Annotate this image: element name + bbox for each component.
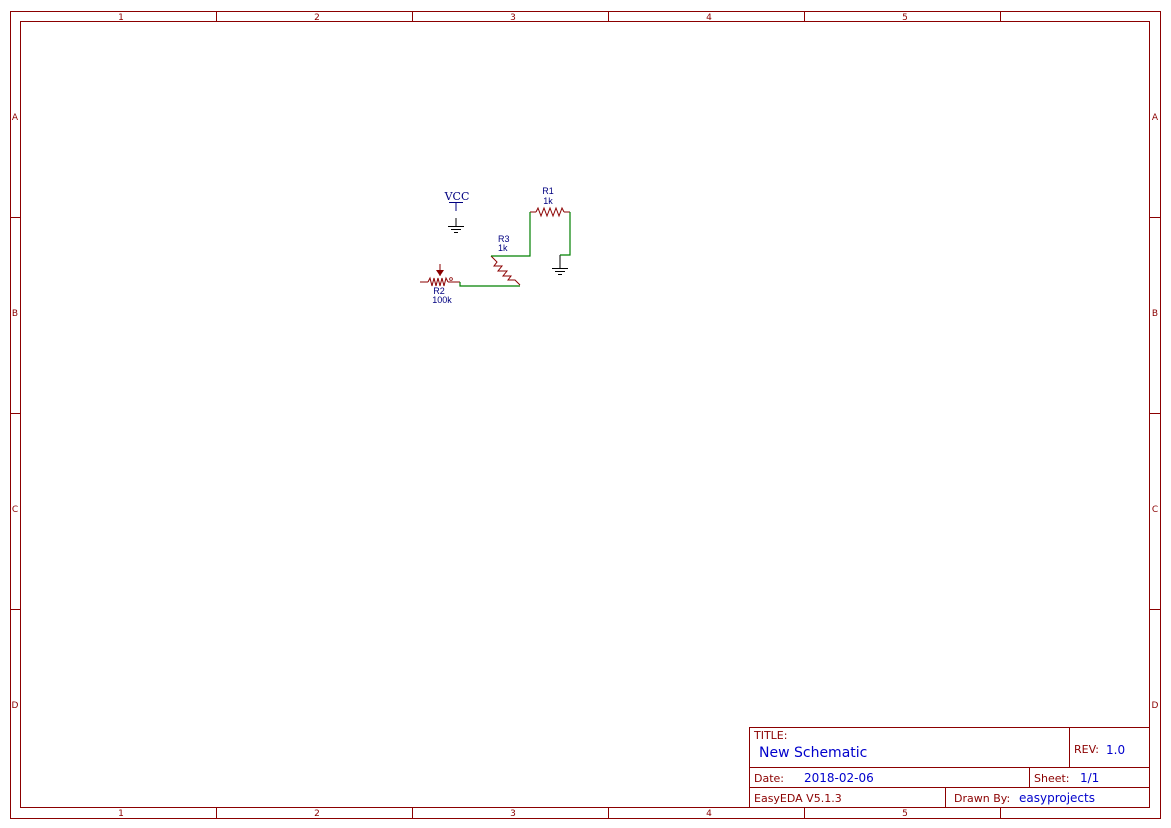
wire-r1-gnd: [560, 212, 571, 256]
potentiometer-r2[interactable]: [420, 264, 460, 287]
col-label-top-1: 1: [118, 13, 124, 23]
row-label-left-c: C: [12, 505, 18, 515]
col-label-bottom-5: 5: [902, 809, 908, 819]
r1-designator: R1: [542, 186, 554, 196]
vcc-label: VCC: [444, 190, 470, 203]
inner-frame: [20, 21, 1150, 808]
wires: [459, 212, 571, 287]
row-label-right-c: C: [1152, 505, 1158, 515]
vcc-symbol[interactable]: [449, 202, 463, 212]
col-label-bottom-4: 4: [706, 809, 712, 819]
col-label-bottom-2: 2: [314, 809, 320, 819]
wire-r2-r3: [459, 282, 520, 287]
outer-frame: [10, 11, 1161, 819]
r1-value: 1k: [543, 196, 553, 206]
column-dividers: [216, 11, 1001, 819]
r2-value: 100k: [432, 295, 452, 305]
rev-value: 1.0: [1106, 743, 1125, 757]
col-label-top-3: 3: [510, 13, 516, 23]
title-label: TITLE:: [753, 729, 787, 742]
row-label-right-b: B: [1152, 309, 1158, 319]
rev-label: REV:: [1074, 743, 1099, 756]
row-label-right-a: A: [1152, 113, 1159, 123]
row-dividers: [10, 217, 1161, 610]
wire-r1-r3: [491, 212, 531, 257]
col-label-top-4: 4: [706, 13, 712, 23]
sheet-label: Sheet:: [1034, 772, 1070, 785]
resistor-r1[interactable]: [530, 206, 570, 218]
date-value: 2018-02-06: [804, 771, 874, 785]
schematic-canvas: 1 2 3 4 5 1 2 3 4 5 A B C D A B C D TITL…: [10, 11, 1161, 819]
drawn-by-label: Drawn By:: [954, 792, 1010, 805]
col-label-top-2: 2: [314, 13, 320, 23]
col-label-top-5: 5: [902, 13, 908, 23]
row-label-left-a: A: [12, 113, 19, 123]
col-label-bottom-1: 1: [118, 809, 124, 819]
row-label-left-b: B: [12, 309, 18, 319]
row-label-right-d: D: [1152, 701, 1159, 711]
col-label-bottom-3: 3: [510, 809, 516, 819]
software-version: EasyEDA V5.1.3: [754, 792, 842, 805]
resistor-r3[interactable]: [490, 255, 521, 286]
ground-symbol-2[interactable]: [552, 255, 568, 275]
r3-value: 1k: [498, 243, 508, 253]
row-label-left-d: D: [12, 701, 19, 711]
date-label: Date:: [754, 772, 784, 785]
schematic-title: New Schematic: [759, 745, 867, 761]
drawn-by-value: easyprojects: [1019, 791, 1095, 805]
ground-symbol-1[interactable]: [448, 218, 464, 233]
sheet-value: 1/1: [1080, 771, 1099, 785]
